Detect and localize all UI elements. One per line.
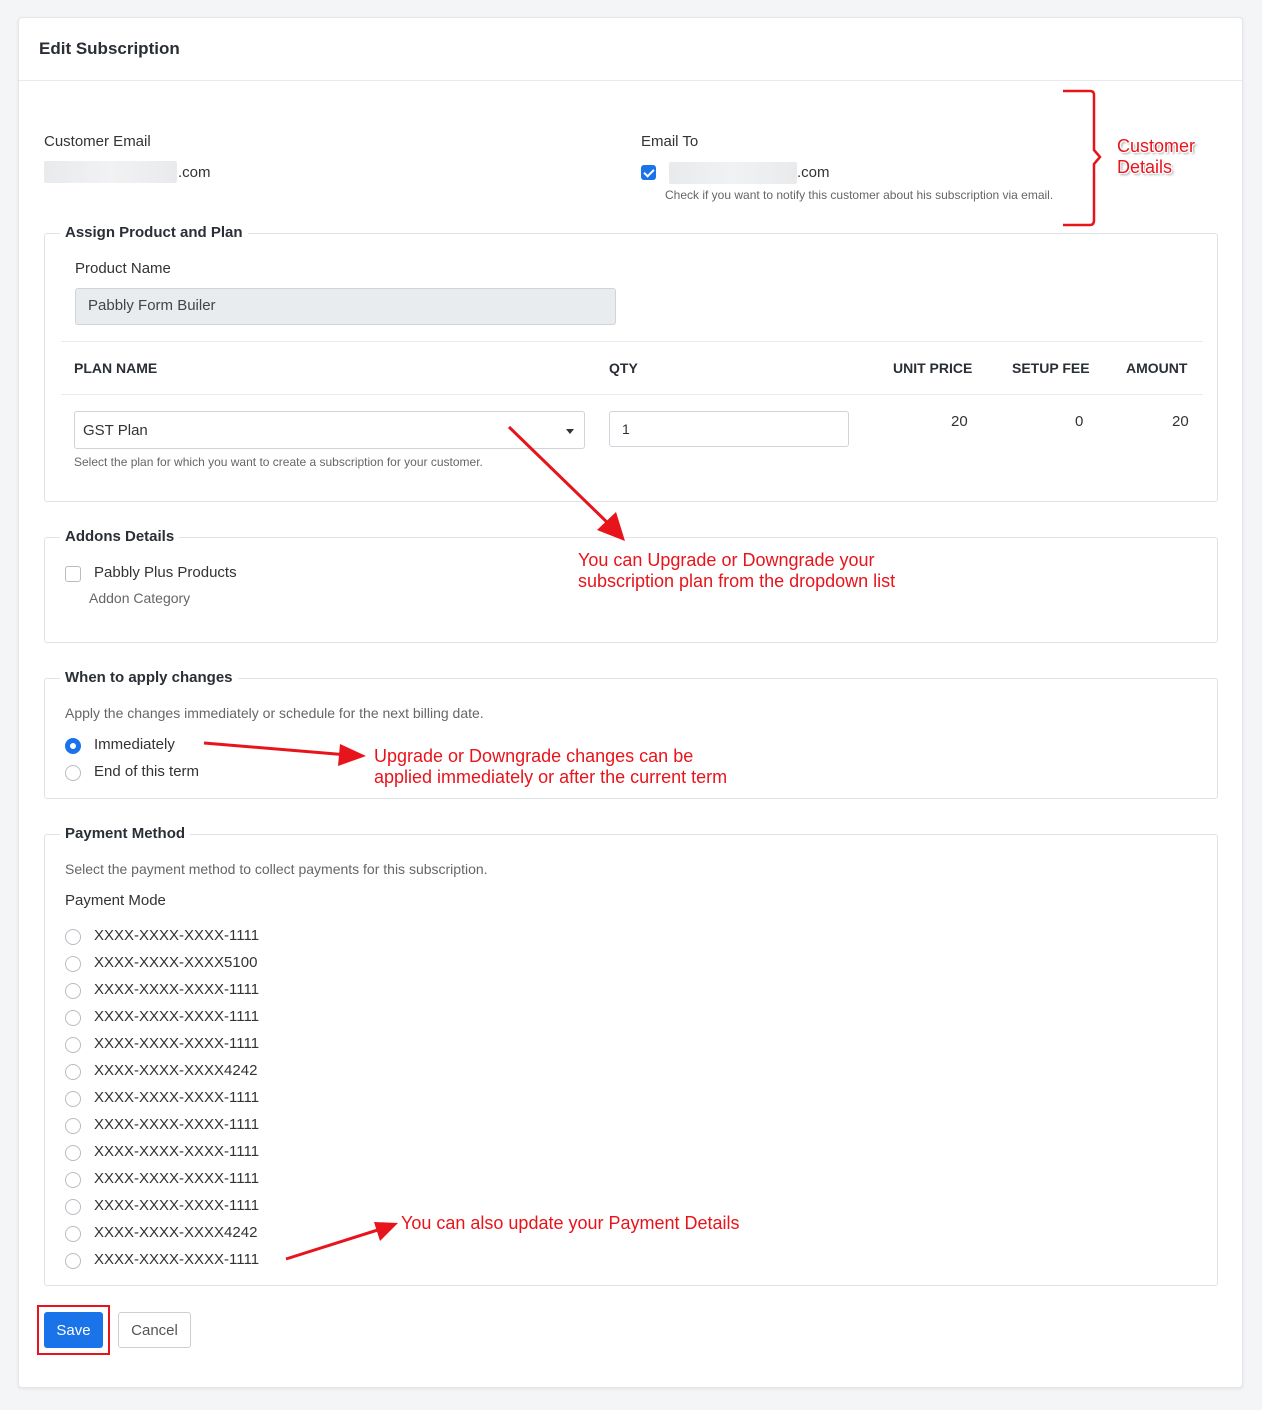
apply-changes-legend: When to apply changes [60,669,238,686]
payment-card-radio[interactable] [65,983,81,999]
payment-card-label: XXXX-XXXX-XXXX-1111 [94,1008,260,1025]
email-to-help: Check if you want to notify this custome… [665,188,1054,202]
qty-input[interactable]: 1 [609,411,849,447]
plan-select-value: GST Plan [83,422,148,439]
apply-changes-description: Apply the changes immediately or schedul… [65,705,484,721]
table-divider-top [61,341,1203,342]
payment-card-radio[interactable] [65,1091,81,1107]
column-unit-price: UNIT PRICE [893,360,973,376]
email-to-suffix: .com [797,164,830,181]
payment-card-label: XXXX-XXXX-XXXX-1111 [94,1170,260,1187]
annotation-apply: Upgrade or Downgrade changes can be appl… [374,746,727,788]
plan-select[interactable]: GST Plan [74,411,585,449]
annotation-payment: You can also update your Payment Details [401,1213,740,1233]
product-name-label: Product Name [75,260,171,277]
payment-card-radio[interactable] [65,929,81,945]
payment-card-label: XXXX-XXXX-XXXX-1111 [94,1035,260,1052]
addon-checkbox[interactable] [65,566,81,582]
column-amount: AMOUNT [1126,360,1188,376]
payment-card-radio[interactable] [65,1199,81,1215]
radio-immediately-label: Immediately [94,736,175,753]
column-qty: QTY [609,360,638,376]
email-to-checkbox[interactable] [641,165,656,180]
addon-label: Pabbly Plus Products [94,564,237,581]
unit-price-value: 20 [951,413,968,430]
customer-email-redacted [44,161,177,183]
payment-mode-label: Payment Mode [65,892,166,909]
payment-card-label: XXXX-XXXX-XXXX-1111 [94,1116,260,1133]
payment-method-legend: Payment Method [60,825,191,842]
email-to-label: Email To [641,133,699,150]
email-to-redacted [669,162,797,184]
payment-card-radio[interactable] [65,1037,81,1053]
payment-description: Select the payment method to collect pay… [65,861,488,877]
product-name-field: Pabbly Form Builer [75,288,616,325]
addon-category: Addon Category [89,590,191,606]
payment-card-radio[interactable] [65,956,81,972]
radio-end-of-term[interactable] [65,765,81,781]
annotation-plan-line2: subscription plan from the dropdown list [578,571,896,591]
payment-card-radio[interactable] [65,1226,81,1242]
table-divider [61,394,1203,395]
chevron-down-icon [566,429,574,434]
annotation-customer-line1: Customer [1117,136,1196,156]
payment-card-label: XXXX-XXXX-XXXX-1111 [94,1089,260,1106]
plan-select-help: Select the plan for which you want to cr… [74,455,483,469]
radio-end-of-term-label: End of this term [94,763,200,780]
payment-card-label: XXXX-XXXX-XXXX4242 [94,1224,258,1241]
cancel-button[interactable]: Cancel [118,1312,191,1348]
annotation-apply-line1: Upgrade or Downgrade changes can be [374,746,694,766]
annotation-customer-details: Customer Details [1117,136,1195,178]
column-plan-name: PLAN NAME [74,360,158,376]
radio-immediately[interactable] [65,738,81,754]
annotation-customer-line2: Details [1117,157,1173,177]
payment-card-label: XXXX-XXXX-XXXX-1111 [94,1251,260,1268]
annotation-plan: You can Upgrade or Downgrade your subscr… [578,550,895,592]
payment-card-radio[interactable] [65,1145,81,1161]
payment-card-label: XXXX-XXXX-XXXX5100 [94,954,258,971]
page-title: Edit Subscription [39,39,180,58]
payment-card-label: XXXX-XXXX-XXXX-1111 [94,1143,260,1160]
payment-card-label: XXXX-XXXX-XXXX-1111 [94,1197,260,1214]
payment-card-label: XXXX-XXXX-XXXX-1111 [94,927,260,944]
payment-card-radio[interactable] [65,1064,81,1080]
addons-legend: Addons Details [60,528,180,545]
annotation-apply-line2: applied immediately or after the current… [374,767,728,787]
amount-value: 20 [1172,413,1189,430]
payment-card-radio[interactable] [65,1010,81,1026]
save-button[interactable]: Save [44,1312,103,1348]
customer-email-label: Customer Email [44,133,151,150]
setup-fee-value: 0 [1075,413,1084,430]
column-setup-fee: SETUP FEE [1012,360,1090,376]
customer-email-suffix: .com [178,164,211,181]
payment-card-radio[interactable] [65,1118,81,1134]
card-header: Edit Subscription [19,18,1242,81]
payment-card-radio[interactable] [65,1172,81,1188]
product-plan-legend: Assign Product and Plan [60,224,248,241]
payment-card-radio[interactable] [65,1253,81,1269]
payment-card-label: XXXX-XXXX-XXXX4242 [94,1062,258,1079]
annotation-plan-line1: You can Upgrade or Downgrade your [578,550,875,570]
payment-card-label: XXXX-XXXX-XXXX-1111 [94,981,260,998]
